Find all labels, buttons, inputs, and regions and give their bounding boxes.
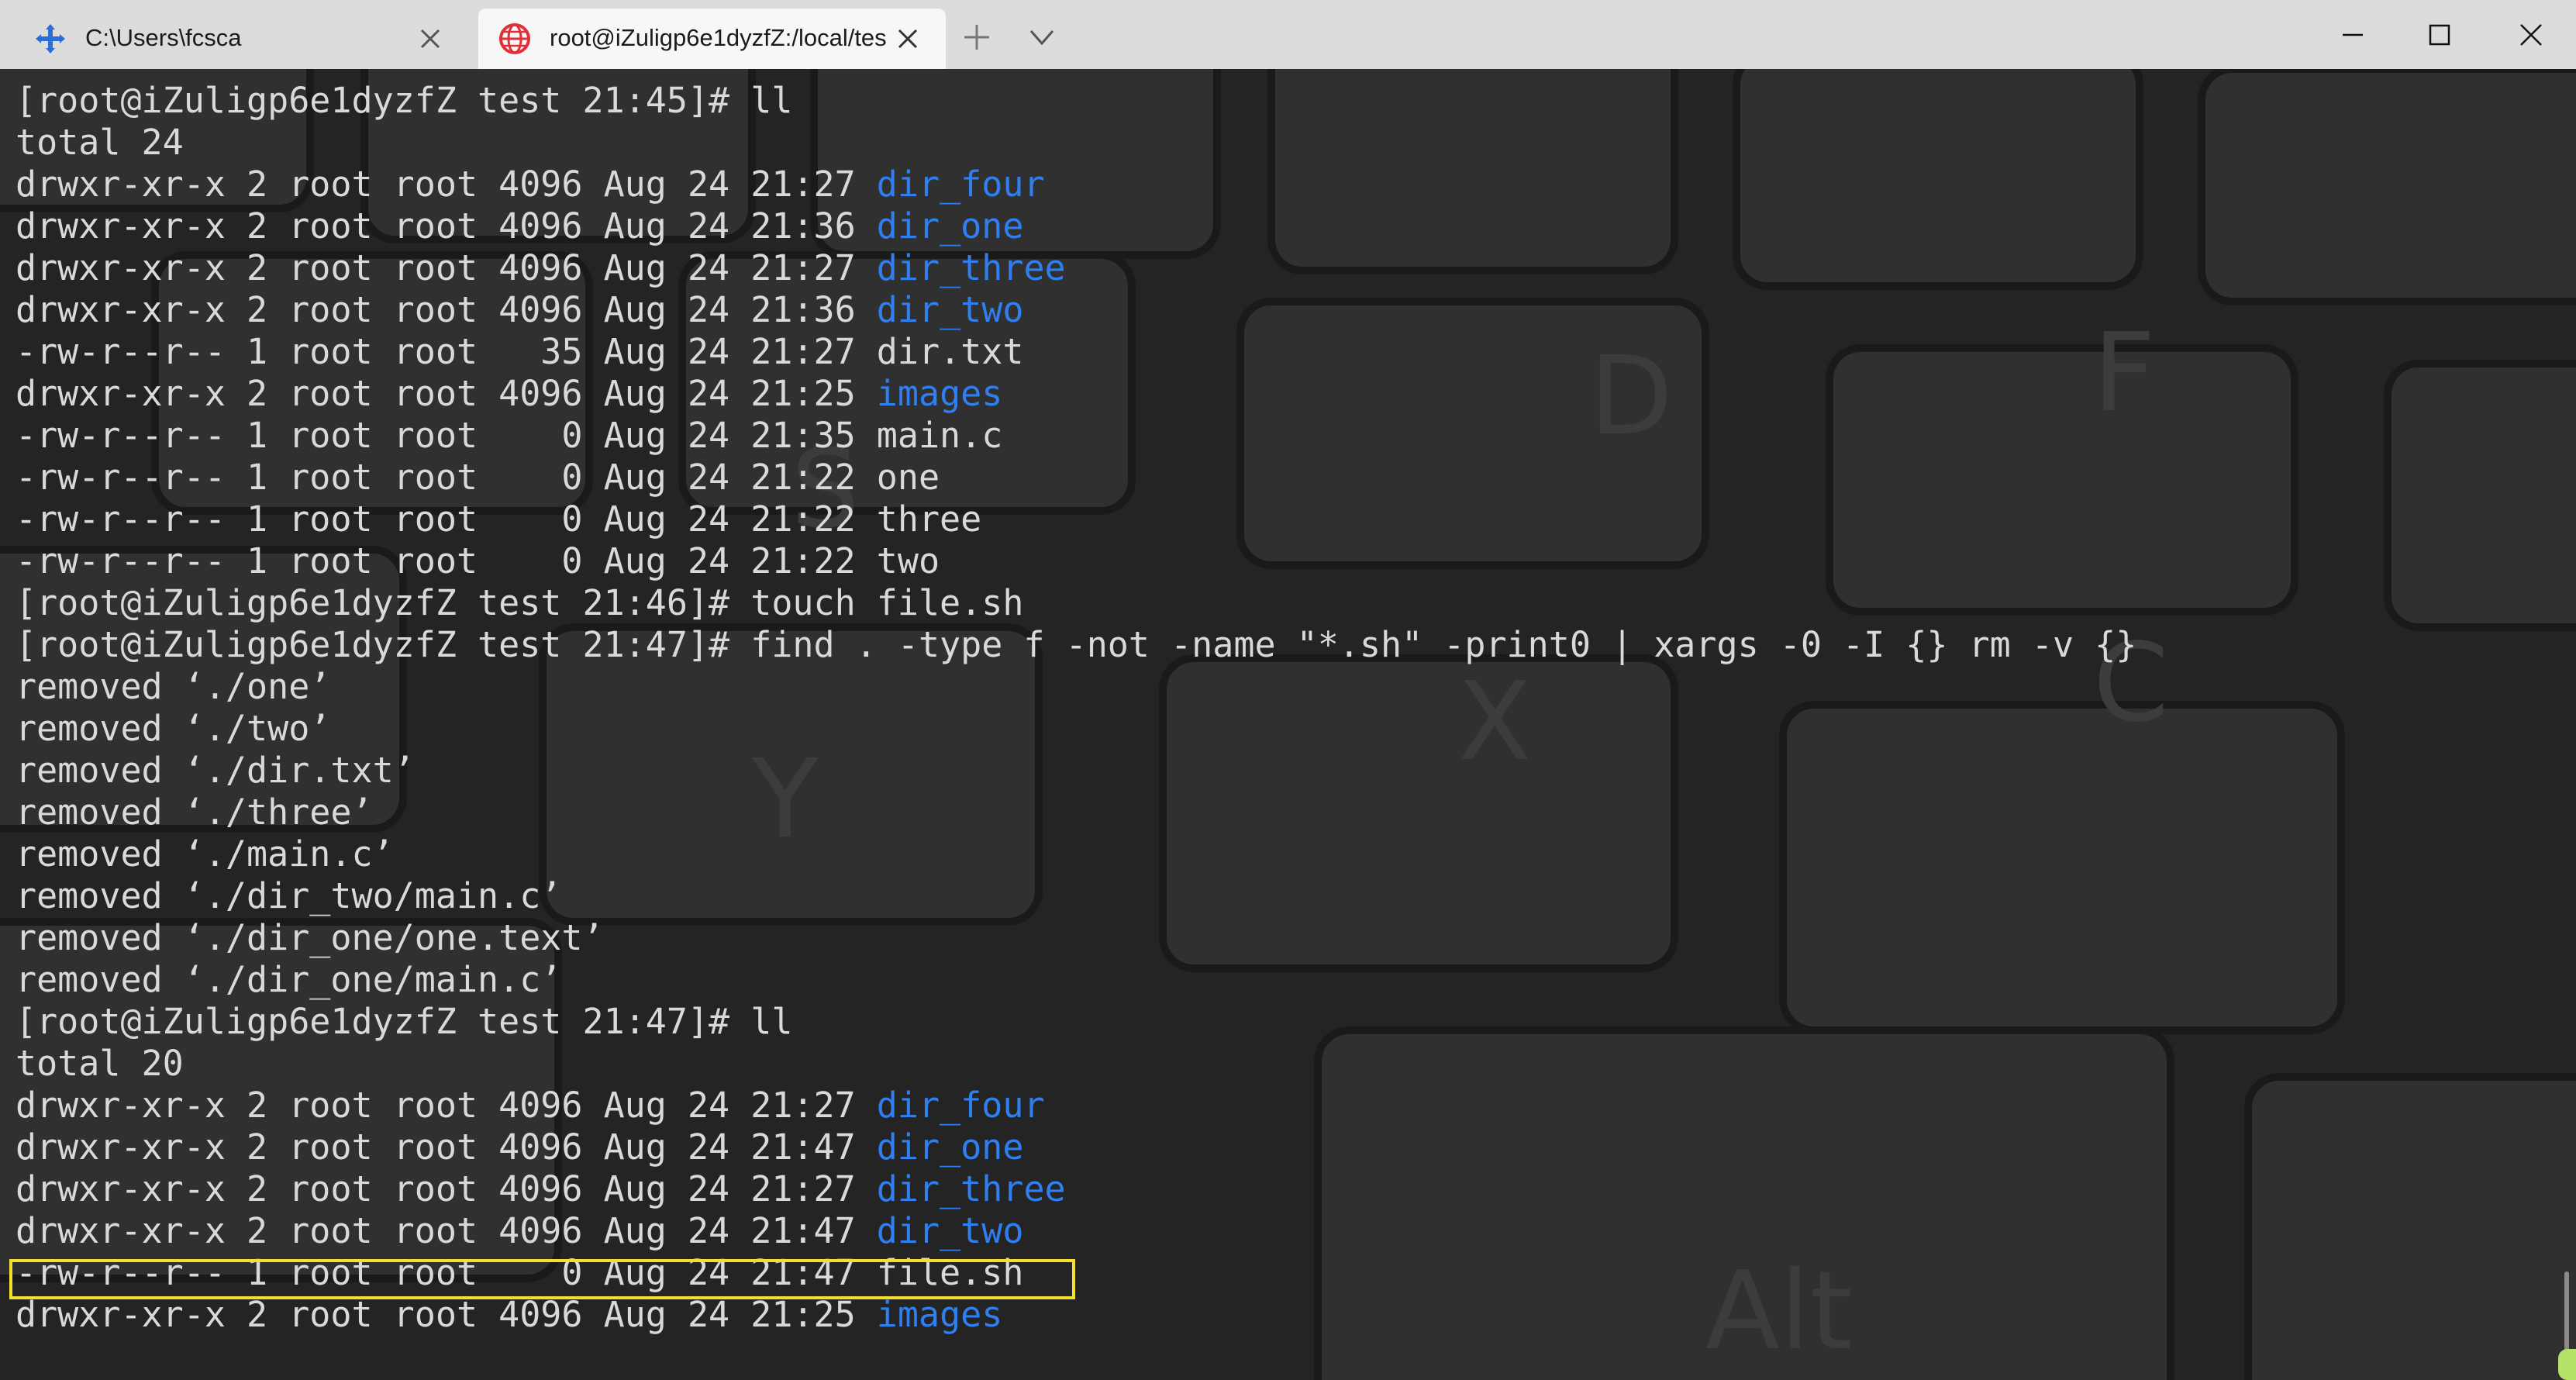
tab-title: root@iZuligp6e1dyzfZ:/local/tes xyxy=(550,24,887,51)
directory-name: dir_two xyxy=(876,289,1024,330)
directory-name: images xyxy=(876,373,1003,414)
terminal-line: drwxr-xr-x 2 root root 4096 Aug 24 21:47… xyxy=(16,1126,2543,1168)
terminal-line-text: drwxr-xr-x 2 root root 4096 Aug 24 21:36 xyxy=(16,205,877,247)
terminal-line-text: drwxr-xr-x 2 root root 4096 Aug 24 21:27 xyxy=(16,164,877,205)
terminal-line-text: removed ‘./two’ xyxy=(16,708,331,749)
globe-icon xyxy=(499,23,530,54)
terminal-line-text: -rw-r--r-- 1 root root 0 Aug 24 21:35 ma… xyxy=(16,415,1003,456)
terminal-line: drwxr-xr-x 2 root root 4096 Aug 24 21:25… xyxy=(16,1294,2543,1336)
terminal-line-text: drwxr-xr-x 2 root root 4096 Aug 24 21:25 xyxy=(16,1294,877,1335)
directory-name: dir_four xyxy=(876,164,1045,205)
close-icon[interactable] xyxy=(895,26,921,52)
terminal-line: removed ‘./three’ xyxy=(16,792,2543,833)
minimize-icon[interactable] xyxy=(2333,16,2372,54)
terminal-line: removed ‘./two’ xyxy=(16,708,2543,750)
terminal-line: removed ‘./dir_one/main.c’ xyxy=(16,959,2543,1001)
plus-icon[interactable] xyxy=(960,20,994,54)
terminal-line: drwxr-xr-x 2 root root 4096 Aug 24 21:36… xyxy=(16,289,2543,331)
terminal-line: drwxr-xr-x 2 root root 4096 Aug 24 21:36… xyxy=(16,205,2543,247)
terminal-line-text: [root@iZuligp6e1dyzfZ test 21:47]# find … xyxy=(16,624,2137,665)
tab-ssh[interactable]: root@iZuligp6e1dyzfZ:/local/tes xyxy=(478,9,946,69)
directory-name: dir_two xyxy=(876,1210,1024,1251)
terminal-line: drwxr-xr-x 2 root root 4096 Aug 24 21:27… xyxy=(16,1085,2543,1126)
terminal-line-text: removed ‘./dir_one/main.c’ xyxy=(16,959,562,1000)
terminal-line: -rw-r--r-- 1 root root 0 Aug 24 21:35 ma… xyxy=(16,415,2543,457)
terminal-line-text: -rw-r--r-- 1 root root 0 Aug 24 21:22 th… xyxy=(16,499,982,540)
close-icon[interactable] xyxy=(2512,16,2550,54)
terminal-line: removed ‘./dir_one/one.text’ xyxy=(16,917,2543,959)
terminal-output: [root@iZuligp6e1dyzfZ test 21:45]# ll tot… xyxy=(16,80,2543,1336)
terminal-line: [root@iZuligp6e1dyzfZ test 21:47]# find … xyxy=(16,624,2543,666)
terminal-line-text: removed ‘./dir_one/one.text’ xyxy=(16,917,604,958)
directory-name: images xyxy=(876,1294,1003,1335)
terminal-line-text: [root@iZuligp6e1dyzfZ test 21:45]# ll xyxy=(16,80,793,121)
directory-name: dir_three xyxy=(876,247,1066,288)
tab-cmd[interactable]: C:\Users\fcsca xyxy=(0,9,474,69)
terminal-line-text: [root@iZuligp6e1dyzfZ test 21:46]# touch… xyxy=(16,582,1024,623)
terminal-line: drwxr-xr-x 2 root root 4096 Aug 24 21:25… xyxy=(16,373,2543,415)
terminal-line: drwxr-xr-x 2 root root 4096 Aug 24 21:47… xyxy=(16,1210,2543,1252)
directory-name: dir_one xyxy=(876,1126,1024,1168)
scrollbar-thumb[interactable] xyxy=(2558,1349,2576,1380)
terminal-line: [root@iZuligp6e1dyzfZ test 21:47]# ll xyxy=(16,1001,2543,1043)
terminal-line-text: removed ‘./dir_two/main.c’ xyxy=(16,875,562,916)
tab-title: C:\Users\fcsca xyxy=(85,24,242,51)
terminal-line-text: removed ‘./three’ xyxy=(16,792,373,833)
terminal-line: removed ‘./dir_two/main.c’ xyxy=(16,875,2543,917)
terminal-line-text: drwxr-xr-x 2 root root 4096 Aug 24 21:27 xyxy=(16,1168,877,1209)
tab-bar: C:\Users\fcsca root@iZuligp6e1dyzfZ:/loc… xyxy=(0,0,2576,69)
terminal-line: drwxr-xr-x 2 root root 4096 Aug 24 21:27… xyxy=(16,1168,2543,1210)
terminal-line-text: drwxr-xr-x 2 root root 4096 Aug 24 21:47 xyxy=(16,1126,877,1168)
terminal-line: drwxr-xr-x 2 root root 4096 Aug 24 21:27… xyxy=(16,247,2543,289)
terminal-line-text: drwxr-xr-x 2 root root 4096 Aug 24 21:47 xyxy=(16,1210,877,1251)
directory-name: dir_three xyxy=(876,1168,1066,1209)
terminal-line-text: -rw-r--r-- 1 root root 35 Aug 24 21:27 d… xyxy=(16,331,1024,372)
terminal-line-text: drwxr-xr-x 2 root root 4096 Aug 24 21:25 xyxy=(16,373,877,414)
terminal-line: [root@iZuligp6e1dyzfZ test 21:45]# ll xyxy=(16,80,2543,122)
maximize-icon[interactable] xyxy=(2420,16,2459,54)
terminal-line-text: removed ‘./dir.txt’ xyxy=(16,750,415,791)
directory-name: dir_one xyxy=(876,205,1024,247)
terminal-line: -rw-r--r-- 1 root root 0 Aug 24 21:22 on… xyxy=(16,457,2543,499)
terminal-line: -rw-r--r-- 1 root root 0 Aug 24 21:22 th… xyxy=(16,499,2543,540)
terminal-line: removed ‘./main.c’ xyxy=(16,833,2543,875)
terminal-line: removed ‘./dir.txt’ xyxy=(16,750,2543,792)
arrows-move-icon xyxy=(36,24,65,53)
terminal-line-text: [root@iZuligp6e1dyzfZ test 21:47]# ll xyxy=(16,1001,793,1042)
terminal-line-text: drwxr-xr-x 2 root root 4096 Aug 24 21:27 xyxy=(16,1085,877,1126)
terminal-line-text: -rw-r--r-- 1 root root 0 Aug 24 21:22 on… xyxy=(16,457,940,498)
terminal-line-text: drwxr-xr-x 2 root root 4096 Aug 24 21:36 xyxy=(16,289,877,330)
terminal-line-text: total 24 xyxy=(16,122,184,163)
terminal-line-text: removed ‘./one’ xyxy=(16,666,331,707)
terminal-line-text: -rw-r--r-- 1 root root 0 Aug 24 21:22 tw… xyxy=(16,540,940,581)
terminal-line-text: removed ‘./main.c’ xyxy=(16,833,394,875)
terminal-window: C:\Users\fcsca root@iZuligp6e1dyzfZ:/loc… xyxy=(0,0,2576,1380)
terminal-line: total 20 xyxy=(16,1043,2543,1085)
close-icon[interactable] xyxy=(417,26,443,52)
terminal-pane[interactable]: S D F Y X C Alt [root@iZuligp6e1dyzfZ te… xyxy=(0,69,2576,1380)
terminal-line: -rw-r--r-- 1 root root 35 Aug 24 21:27 d… xyxy=(16,331,2543,373)
terminal-line: total 24 xyxy=(16,122,2543,164)
terminal-line: [root@iZuligp6e1dyzfZ test 21:46]# touch… xyxy=(16,582,2543,624)
highlight-annotation xyxy=(9,1259,1075,1299)
chevron-down-icon[interactable] xyxy=(1025,23,1059,51)
scrollbar[interactable] xyxy=(2564,1271,2569,1357)
terminal-line-text: total 20 xyxy=(16,1043,184,1084)
terminal-line: -rw-r--r-- 1 root root 0 Aug 24 21:22 tw… xyxy=(16,540,2543,582)
terminal-line: removed ‘./one’ xyxy=(16,666,2543,708)
directory-name: dir_four xyxy=(876,1085,1045,1126)
terminal-line-text: drwxr-xr-x 2 root root 4096 Aug 24 21:27 xyxy=(16,247,877,288)
terminal-line: drwxr-xr-x 2 root root 4096 Aug 24 21:27… xyxy=(16,164,2543,205)
